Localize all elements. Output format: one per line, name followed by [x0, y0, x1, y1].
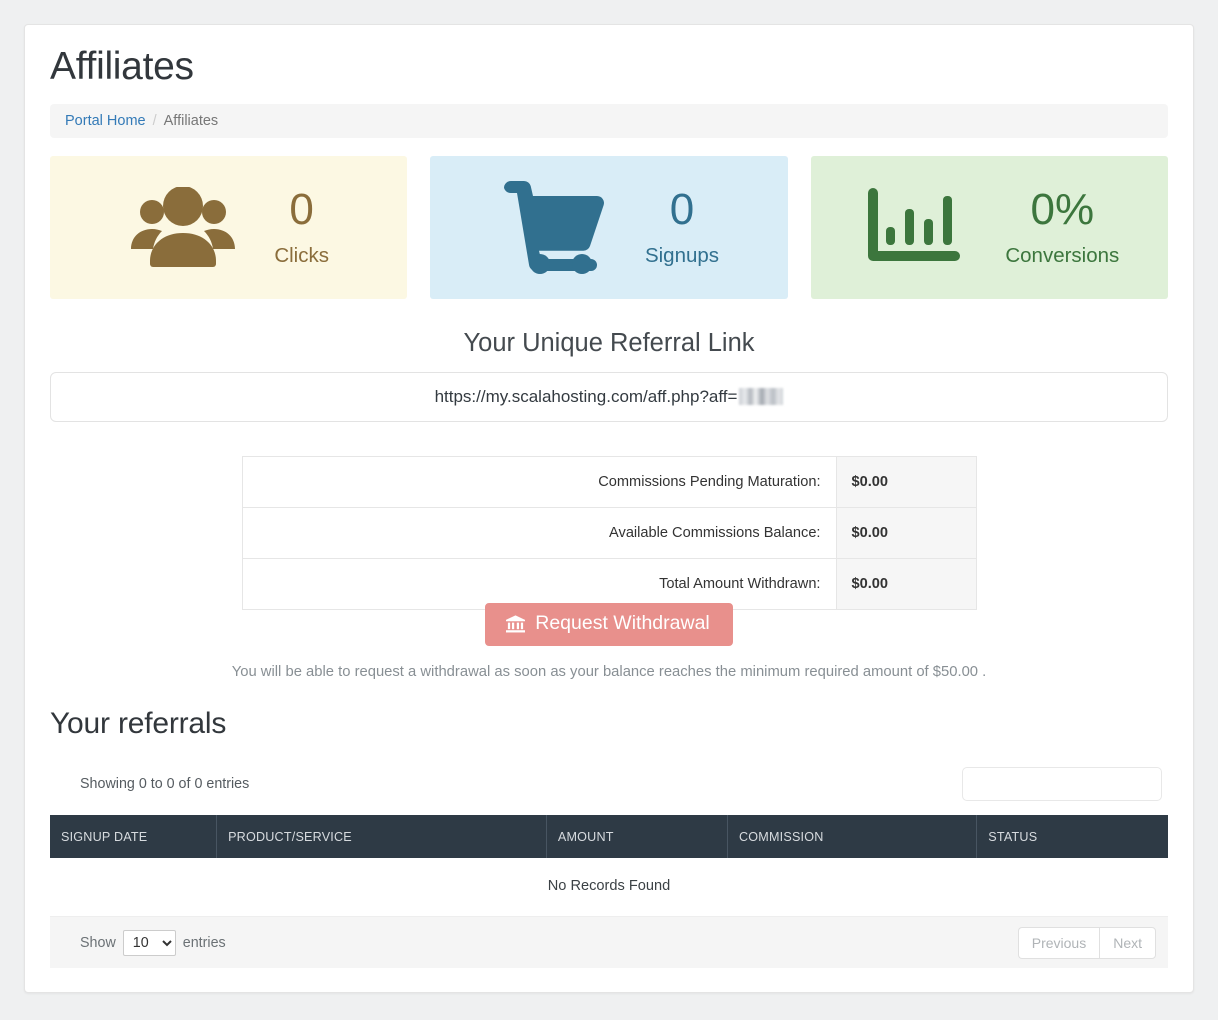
entries-length-control: Show 10 25 50 100 entries: [80, 930, 226, 956]
referrals-table-controls: Showing 0 to 0 of 0 entries: [50, 767, 1168, 801]
page-title: Affiliates: [50, 47, 1168, 88]
referral-link-url: https://my.scalahosting.com/aff.php?aff=: [435, 387, 738, 407]
commission-value-pending: $0.00: [836, 456, 976, 507]
bar-chart-icon: [859, 187, 969, 267]
referrals-entries-info: Showing 0 to 0 of 0 entries: [80, 776, 249, 792]
bank-icon: [506, 615, 525, 633]
stat-card-conversions: 0% Conversions: [811, 156, 1168, 299]
stat-label-conversions: Conversions: [1005, 246, 1119, 267]
table-row: Commissions Pending Maturation: $0.00: [242, 456, 976, 507]
column-header-commission[interactable]: COMMISSION: [727, 815, 976, 858]
commission-label-available: Available Commissions Balance:: [242, 507, 836, 558]
column-header-product-service[interactable]: PRODUCT/SERVICE: [217, 815, 547, 858]
referrals-search-input[interactable]: [962, 767, 1162, 801]
users-group-icon: [128, 187, 238, 267]
column-header-amount[interactable]: AMOUNT: [546, 815, 727, 858]
table-row: Total Amount Withdrawn: $0.00: [242, 558, 976, 609]
referral-link-box[interactable]: https://my.scalahosting.com/aff.php?aff=: [50, 372, 1168, 422]
commission-label-pending: Commissions Pending Maturation:: [242, 456, 836, 507]
stat-card-signups: 0 Signups: [430, 156, 787, 299]
withdrawal-note: You will be able to request a withdrawal…: [50, 664, 1168, 680]
commission-label-withdrawn: Total Amount Withdrawn:: [242, 558, 836, 609]
stats-row: 0 Clicks 0 Signups: [50, 156, 1168, 299]
commission-value-withdrawn: $0.00: [836, 558, 976, 609]
show-entries-prefix-label: Show: [80, 935, 116, 951]
stat-label-signups: Signups: [645, 246, 719, 267]
entries-per-page-select[interactable]: 10 25 50 100: [123, 930, 176, 956]
stat-card-clicks: 0 Clicks: [50, 156, 407, 299]
shopping-cart-icon: [499, 180, 609, 274]
stat-value-conversions: 0%: [1031, 188, 1095, 232]
commissions-summary-table: Commissions Pending Maturation: $0.00 Av…: [242, 456, 977, 610]
referrals-table-header-row: SIGNUP DATE PRODUCT/SERVICE AMOUNT COMMI…: [50, 815, 1168, 858]
referral-link-heading: Your Unique Referral Link: [50, 329, 1168, 358]
stat-value-clicks: 0: [289, 188, 313, 232]
request-withdrawal-button[interactable]: Request Withdrawal: [485, 603, 733, 647]
referral-affiliate-id-redacted: [739, 388, 783, 405]
referrals-empty-row: No Records Found: [50, 858, 1168, 916]
table-row: Available Commissions Balance: $0.00: [242, 507, 976, 558]
column-header-signup-date[interactable]: SIGNUP DATE: [50, 815, 217, 858]
breadcrumb-current: Affiliates: [164, 113, 219, 129]
breadcrumb: Portal Home/Affiliates: [50, 104, 1168, 138]
breadcrumb-link-portal-home[interactable]: Portal Home: [65, 113, 146, 129]
show-entries-suffix-label: entries: [183, 935, 226, 951]
page-card: Affiliates Portal Home/Affiliates: [24, 24, 1194, 993]
breadcrumb-separator: /: [146, 113, 164, 129]
request-withdrawal-label: Request Withdrawal: [535, 614, 710, 634]
referrals-table-footer: Show 10 25 50 100 entries Previous Next: [50, 916, 1168, 968]
referrals-empty-message: No Records Found: [50, 858, 1168, 916]
column-header-status[interactable]: STATUS: [977, 815, 1168, 858]
stat-label-clicks: Clicks: [274, 246, 329, 267]
commission-value-available: $0.00: [836, 507, 976, 558]
pagination-controls: Previous Next: [1018, 927, 1156, 959]
pagination-previous-button[interactable]: Previous: [1018, 927, 1099, 959]
referrals-title: Your referrals: [50, 707, 1168, 741]
stat-value-signups: 0: [670, 188, 694, 232]
referrals-table: SIGNUP DATE PRODUCT/SERVICE AMOUNT COMMI…: [50, 815, 1168, 916]
pagination-next-button[interactable]: Next: [1099, 927, 1156, 959]
